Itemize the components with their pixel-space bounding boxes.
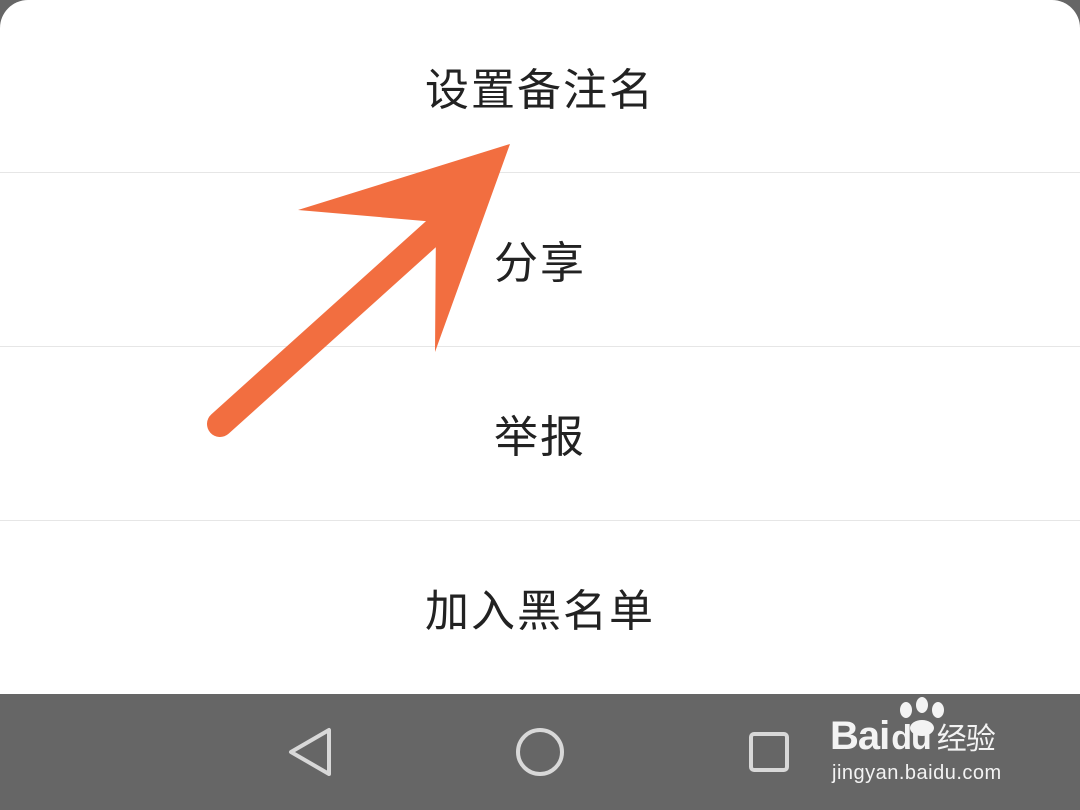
- menu-item-label: 加入黑名单: [425, 586, 655, 637]
- circle-home-icon: [516, 728, 564, 776]
- menu-item-label: 分享: [494, 238, 586, 289]
- menu-item-add-to-blacklist[interactable]: 加入黑名单: [0, 521, 1080, 693]
- watermark-brand-jingyan: 经验: [936, 722, 996, 757]
- watermark-brand-du: du: [891, 719, 932, 757]
- menu-item-label: 设置备注名: [425, 65, 655, 116]
- menu-item-set-remark-name[interactable]: 设置备注名: [0, 0, 1080, 172]
- watermark-url: jingyan.baidu.com: [832, 762, 1002, 784]
- bottom-sheet-menu: 设置备注名 分享 举报 加入黑名单: [0, 0, 1080, 694]
- watermark-brand: Bai du 经验: [830, 714, 996, 759]
- baidu-jingyan-watermark: Bai du 经验 jingyan.baidu.com: [826, 696, 1056, 792]
- screen: 设置备注名 分享 举报 加入黑名单 Bai du 经验 jingyan.baid…: [0, 0, 1080, 810]
- home-button[interactable]: [508, 720, 572, 784]
- square-recents-icon: [749, 732, 789, 772]
- watermark-brand-bai: Bai: [830, 714, 890, 758]
- menu-item-label: 举报: [494, 412, 586, 463]
- triangle-back-icon: [289, 728, 331, 776]
- menu-item-report[interactable]: 举报: [0, 347, 1080, 519]
- back-button[interactable]: [278, 720, 342, 784]
- recents-button[interactable]: [737, 720, 801, 784]
- menu-item-share[interactable]: 分享: [0, 173, 1080, 345]
